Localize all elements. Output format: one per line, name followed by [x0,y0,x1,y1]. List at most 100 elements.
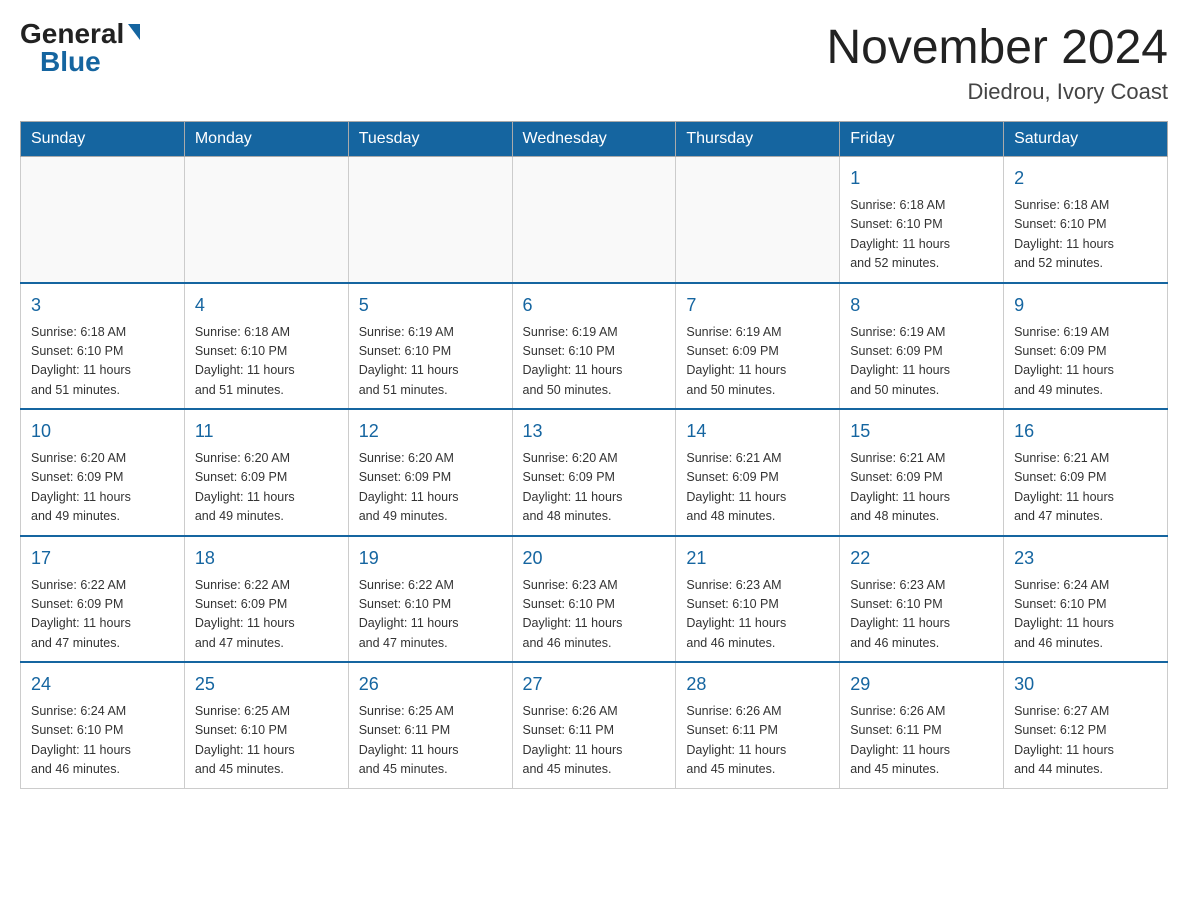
calendar-cell: 15 Sunrise: 6:21 AM Sunset: 6:09 PM Dayli… [840,409,1004,536]
calendar-cell: 11 Sunrise: 6:20 AM Sunset: 6:09 PM Dayli… [184,409,348,536]
calendar-cell: 30 Sunrise: 6:27 AM Sunset: 6:12 PM Dayli… [1004,662,1168,788]
day-number: 7 [686,292,829,319]
day-info: Sunrise: 6:23 AM Sunset: 6:10 PM Dayligh… [850,576,993,654]
day-info: Sunrise: 6:25 AM Sunset: 6:11 PM Dayligh… [359,702,502,780]
day-number: 21 [686,545,829,572]
day-info: Sunrise: 6:26 AM Sunset: 6:11 PM Dayligh… [686,702,829,780]
calendar-week-1: 1 Sunrise: 6:18 AM Sunset: 6:10 PM Daylig… [21,157,1168,283]
day-number: 12 [359,418,502,445]
day-info: Sunrise: 6:19 AM Sunset: 6:10 PM Dayligh… [523,323,666,401]
day-number: 23 [1014,545,1157,572]
day-info: Sunrise: 6:18 AM Sunset: 6:10 PM Dayligh… [850,196,993,274]
main-title: November 2024 [826,20,1168,75]
calendar-cell: 23 Sunrise: 6:24 AM Sunset: 6:10 PM Dayli… [1004,536,1168,663]
header-row: Sunday Monday Tuesday Wednesday Thursday… [21,122,1168,157]
calendar-week-3: 10 Sunrise: 6:20 AM Sunset: 6:09 PM Dayli… [21,409,1168,536]
day-info: Sunrise: 6:21 AM Sunset: 6:09 PM Dayligh… [686,449,829,527]
calendar-cell: 3Sunrise: 6:18 AM Sunset: 6:10 PM Daylig… [21,283,185,410]
day-number: 14 [686,418,829,445]
day-info: Sunrise: 6:19 AM Sunset: 6:09 PM Dayligh… [1014,323,1157,401]
calendar-cell [21,157,185,283]
day-number: 11 [195,418,338,445]
col-sunday: Sunday [21,122,185,157]
day-info: Sunrise: 6:24 AM Sunset: 6:10 PM Dayligh… [31,702,174,780]
calendar-cell: 1 Sunrise: 6:18 AM Sunset: 6:10 PM Daylig… [840,157,1004,283]
day-number: 25 [195,671,338,698]
calendar-cell: 5Sunrise: 6:19 AM Sunset: 6:10 PM Daylig… [348,283,512,410]
calendar-cell: 24Sunrise: 6:24 AM Sunset: 6:10 PM Dayli… [21,662,185,788]
day-number: 2 [1014,165,1157,192]
day-info: Sunrise: 6:22 AM Sunset: 6:09 PM Dayligh… [31,576,174,654]
day-info: Sunrise: 6:26 AM Sunset: 6:11 PM Dayligh… [523,702,666,780]
calendar-cell: 4Sunrise: 6:18 AM Sunset: 6:10 PM Daylig… [184,283,348,410]
calendar-cell: 20 Sunrise: 6:23 AM Sunset: 6:10 PM Dayli… [512,536,676,663]
day-number: 19 [359,545,502,572]
calendar-cell: 27 Sunrise: 6:26 AM Sunset: 6:11 PM Dayli… [512,662,676,788]
day-number: 27 [523,671,666,698]
calendar-cell: 9Sunrise: 6:19 AM Sunset: 6:09 PM Daylig… [1004,283,1168,410]
calendar-cell: 17Sunrise: 6:22 AM Sunset: 6:09 PM Dayli… [21,536,185,663]
day-number: 28 [686,671,829,698]
col-friday: Friday [840,122,1004,157]
day-number: 18 [195,545,338,572]
logo-blue-text: Blue [40,48,101,76]
day-number: 13 [523,418,666,445]
calendar-cell: 7 Sunrise: 6:19 AM Sunset: 6:09 PM Daylig… [676,283,840,410]
day-info: Sunrise: 6:19 AM Sunset: 6:10 PM Dayligh… [359,323,502,401]
calendar-cell: 2 Sunrise: 6:18 AM Sunset: 6:10 PM Daylig… [1004,157,1168,283]
day-info: Sunrise: 6:27 AM Sunset: 6:12 PM Dayligh… [1014,702,1157,780]
calendar-cell: 19Sunrise: 6:22 AM Sunset: 6:10 PM Dayli… [348,536,512,663]
calendar-cell: 25 Sunrise: 6:25 AM Sunset: 6:10 PM Dayli… [184,662,348,788]
day-number: 29 [850,671,993,698]
calendar-cell: 6 Sunrise: 6:19 AM Sunset: 6:10 PM Daylig… [512,283,676,410]
calendar-cell: 26 Sunrise: 6:25 AM Sunset: 6:11 PM Dayli… [348,662,512,788]
calendar-cell: 28 Sunrise: 6:26 AM Sunset: 6:11 PM Dayli… [676,662,840,788]
page: General Blue November 2024 Diedrou, Ivor… [20,20,1168,789]
calendar-body: 1 Sunrise: 6:18 AM Sunset: 6:10 PM Daylig… [21,157,1168,789]
day-number: 1 [850,165,993,192]
title-section: November 2024 Diedrou, Ivory Coast [826,20,1168,105]
header: General Blue November 2024 Diedrou, Ivor… [20,20,1168,105]
logo-triangle-icon [128,24,140,40]
day-info: Sunrise: 6:19 AM Sunset: 6:09 PM Dayligh… [850,323,993,401]
calendar-cell: 12 Sunrise: 6:20 AM Sunset: 6:09 PM Dayli… [348,409,512,536]
col-saturday: Saturday [1004,122,1168,157]
calendar-week-5: 24Sunrise: 6:24 AM Sunset: 6:10 PM Dayli… [21,662,1168,788]
calendar-cell [512,157,676,283]
calendar-week-2: 3 Sunrise: 6:18 AM Sunset: 6:10 PM Daylig… [21,283,1168,410]
day-info: Sunrise: 6:20 AM Sunset: 6:09 PM Dayligh… [523,449,666,527]
calendar-cell [348,157,512,283]
col-wednesday: Wednesday [512,122,676,157]
day-info: Sunrise: 6:20 AM Sunset: 6:09 PM Dayligh… [359,449,502,527]
subtitle: Diedrou, Ivory Coast [826,79,1168,105]
calendar: Sunday Monday Tuesday Wednesday Thursday… [20,121,1168,789]
day-number: 3 [31,292,174,319]
day-info: Sunrise: 6:18 AM Sunset: 6:10 PM Dayligh… [195,323,338,401]
day-info: Sunrise: 6:20 AM Sunset: 6:09 PM Dayligh… [31,449,174,527]
day-number: 8 [850,292,993,319]
day-info: Sunrise: 6:26 AM Sunset: 6:11 PM Dayligh… [850,702,993,780]
logo-general-text: General [20,20,124,48]
calendar-cell: 16Sunrise: 6:21 AM Sunset: 6:09 PM Dayli… [1004,409,1168,536]
day-number: 10 [31,418,174,445]
day-info: Sunrise: 6:18 AM Sunset: 6:10 PM Dayligh… [1014,196,1157,274]
calendar-cell: 14 Sunrise: 6:21 AM Sunset: 6:09 PM Dayli… [676,409,840,536]
day-info: Sunrise: 6:21 AM Sunset: 6:09 PM Dayligh… [850,449,993,527]
day-info: Sunrise: 6:23 AM Sunset: 6:10 PM Dayligh… [686,576,829,654]
day-number: 22 [850,545,993,572]
calendar-cell: 22 Sunrise: 6:23 AM Sunset: 6:10 PM Dayli… [840,536,1004,663]
day-info: Sunrise: 6:20 AM Sunset: 6:09 PM Dayligh… [195,449,338,527]
day-info: Sunrise: 6:19 AM Sunset: 6:09 PM Dayligh… [686,323,829,401]
day-number: 6 [523,292,666,319]
day-info: Sunrise: 6:24 AM Sunset: 6:10 PM Dayligh… [1014,576,1157,654]
logo: General Blue [20,20,140,76]
calendar-cell: 18Sunrise: 6:22 AM Sunset: 6:09 PM Dayli… [184,536,348,663]
day-number: 30 [1014,671,1157,698]
day-info: Sunrise: 6:23 AM Sunset: 6:10 PM Dayligh… [523,576,666,654]
calendar-cell: 21 Sunrise: 6:23 AM Sunset: 6:10 PM Dayli… [676,536,840,663]
day-info: Sunrise: 6:25 AM Sunset: 6:10 PM Dayligh… [195,702,338,780]
day-number: 26 [359,671,502,698]
calendar-cell [676,157,840,283]
day-number: 15 [850,418,993,445]
day-number: 20 [523,545,666,572]
